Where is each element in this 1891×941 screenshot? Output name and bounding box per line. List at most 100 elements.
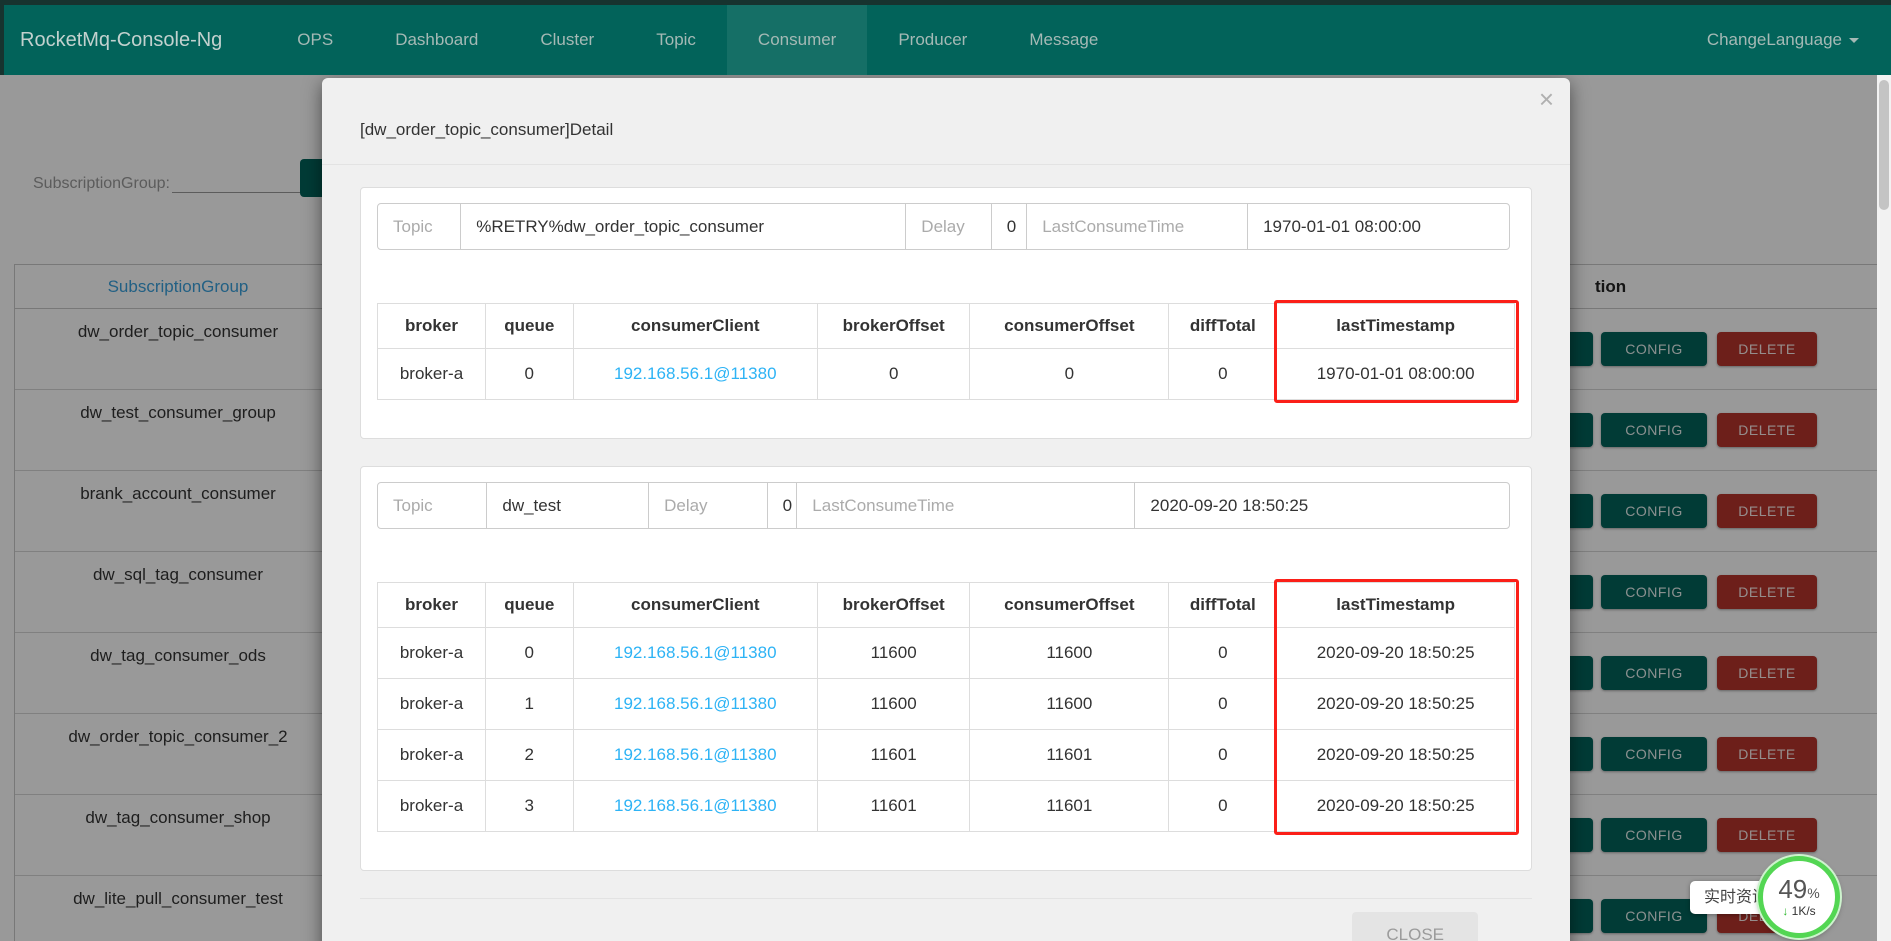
- table-cell: 2020-09-20 18:50:25: [1277, 781, 1515, 832]
- table-cell: 0: [486, 628, 574, 679]
- table-cell: 11600: [970, 679, 1169, 730]
- last-consume-time-label: LastConsumeTime: [1026, 203, 1248, 250]
- table-cell: 0: [486, 349, 574, 400]
- consumer-detail-modal: × [dw_order_topic_consumer]Detail Topic …: [322, 78, 1570, 941]
- column-header-lastTimestamp: lastTimestamp: [1277, 304, 1515, 349]
- column-header-broker: broker: [378, 583, 486, 628]
- download-arrow-icon: ↓: [1782, 904, 1788, 918]
- table-cell: 1: [486, 679, 574, 730]
- consumer-client-link[interactable]: 192.168.56.1@11380: [573, 781, 817, 832]
- table-cell: 0: [818, 349, 970, 400]
- column-header-broker: broker: [378, 304, 486, 349]
- table-cell: 11600: [818, 628, 970, 679]
- app-brand[interactable]: RocketMq-Console-Ng: [4, 29, 222, 52]
- column-header-brokerOffset: brokerOffset: [818, 583, 970, 628]
- table-cell: 2: [486, 730, 574, 781]
- table-cell: 0: [970, 349, 1169, 400]
- consumer-client-link[interactable]: 192.168.56.1@11380: [573, 730, 817, 781]
- navbar: RocketMq-Console-Ng OPSDashboardClusterT…: [0, 5, 1891, 75]
- column-header-consumerClient: consumerClient: [573, 583, 817, 628]
- topic-label: Topic: [377, 203, 461, 250]
- nav-item-dashboard[interactable]: Dashboard: [364, 5, 509, 75]
- table-cell: broker-a: [378, 679, 486, 730]
- nav-item-ops[interactable]: OPS: [266, 5, 364, 75]
- retry-topic-table-wrap: brokerqueueconsumerClientbrokerOffsetcon…: [377, 303, 1515, 400]
- table-row: broker-a1192.168.56.1@113801160011600020…: [378, 679, 1515, 730]
- topic-label: Topic: [377, 482, 487, 529]
- table-cell: 2020-09-20 18:50:25: [1277, 730, 1515, 781]
- table-cell: 0: [1169, 730, 1277, 781]
- column-header-brokerOffset: brokerOffset: [818, 304, 970, 349]
- speed-value: 1K/s: [1792, 904, 1816, 918]
- table-cell: 0: [1169, 349, 1277, 400]
- modal-footer: CLOSE: [360, 898, 1532, 941]
- download-percent: 49%: [1778, 876, 1819, 902]
- column-header-consumerOffset: consumerOffset: [970, 583, 1169, 628]
- delay-label: Delay: [648, 482, 767, 529]
- table-row: broker-a2192.168.56.1@113801160111601020…: [378, 730, 1515, 781]
- column-header-consumerClient: consumerClient: [573, 304, 817, 349]
- delay-label: Delay: [905, 203, 991, 250]
- table-cell: broker-a: [378, 781, 486, 832]
- consumer-client-link[interactable]: 192.168.56.1@11380: [573, 349, 817, 400]
- last-consume-time-value-field[interactable]: 1970-01-01 08:00:00: [1247, 203, 1510, 250]
- delay-value-field[interactable]: 0: [991, 203, 1027, 250]
- nav-item-cluster[interactable]: Cluster: [509, 5, 625, 75]
- table-cell: 11600: [970, 628, 1169, 679]
- consumer-client-link[interactable]: 192.168.56.1@11380: [573, 679, 817, 730]
- column-header-diffTotal: diffTotal: [1169, 583, 1277, 628]
- table-cell: 11601: [970, 730, 1169, 781]
- dw-test-topic-section: Topic dw_test Delay 0 LastConsumeTime 20…: [360, 466, 1532, 871]
- table-cell: 0: [1169, 628, 1277, 679]
- dw-test-topic-fields: Topic dw_test Delay 0 LastConsumeTime 20…: [377, 482, 1515, 529]
- nav-item-consumer[interactable]: Consumer: [727, 5, 867, 75]
- table-cell: 11600: [818, 679, 970, 730]
- retry-topic-section: Topic %RETRY%dw_order_topic_consumer Del…: [360, 187, 1532, 439]
- dw-test-offset-table: brokerqueueconsumerClientbrokerOffsetcon…: [377, 582, 1515, 832]
- scrollbar-thumb[interactable]: [1879, 80, 1889, 210]
- table-cell: 2020-09-20 18:50:25: [1277, 679, 1515, 730]
- table-row: broker-a0192.168.56.1@113801160011600020…: [378, 628, 1515, 679]
- download-progress-button[interactable]: 49% ↓ 1K/s: [1758, 856, 1840, 938]
- delay-value-field[interactable]: 0: [767, 482, 798, 529]
- column-header-consumerOffset: consumerOffset: [970, 304, 1169, 349]
- table-row: broker-a3192.168.56.1@113801160111601020…: [378, 781, 1515, 832]
- table-cell: 2020-09-20 18:50:25: [1277, 628, 1515, 679]
- table-cell: broker-a: [378, 349, 486, 400]
- table-cell: 0: [1169, 679, 1277, 730]
- table-cell: 11601: [818, 730, 970, 781]
- nav-item-message[interactable]: Message: [998, 5, 1129, 75]
- consumer-client-link[interactable]: 192.168.56.1@11380: [573, 628, 817, 679]
- last-consume-time-value-field[interactable]: 2020-09-20 18:50:25: [1134, 482, 1510, 529]
- percent-unit: %: [1807, 885, 1819, 901]
- retry-topic-fields: Topic %RETRY%dw_order_topic_consumer Del…: [377, 203, 1515, 250]
- close-button[interactable]: CLOSE: [1352, 912, 1478, 941]
- percent-value: 49: [1778, 874, 1807, 904]
- scrollbar[interactable]: [1877, 75, 1891, 941]
- change-language-dropdown[interactable]: ChangeLanguage: [1707, 5, 1859, 75]
- column-header-queue: queue: [486, 583, 574, 628]
- nav-item-topic[interactable]: Topic: [625, 5, 727, 75]
- table-cell: 11601: [818, 781, 970, 832]
- chevron-down-icon: [1849, 38, 1859, 43]
- topic-value-field[interactable]: %RETRY%dw_order_topic_consumer: [460, 203, 906, 250]
- topic-value-field[interactable]: dw_test: [486, 482, 649, 529]
- column-header-lastTimestamp: lastTimestamp: [1277, 583, 1515, 628]
- column-header-diffTotal: diffTotal: [1169, 304, 1277, 349]
- dw-test-table-wrap: brokerqueueconsumerClientbrokerOffsetcon…: [377, 582, 1515, 832]
- table-cell: broker-a: [378, 628, 486, 679]
- window-top-edge: [0, 0, 1891, 5]
- download-speed: ↓ 1K/s: [1782, 904, 1815, 918]
- last-consume-time-label: LastConsumeTime: [796, 482, 1135, 529]
- table-cell: broker-a: [378, 730, 486, 781]
- close-icon[interactable]: ×: [1535, 82, 1558, 116]
- column-header-queue: queue: [486, 304, 574, 349]
- nav-item-producer[interactable]: Producer: [867, 5, 998, 75]
- modal-title: [dw_order_topic_consumer]Detail: [322, 78, 1570, 140]
- table-cell: 0: [1169, 781, 1277, 832]
- retry-topic-offset-table: brokerqueueconsumerClientbrokerOffsetcon…: [377, 303, 1515, 400]
- modal-body: Topic %RETRY%dw_order_topic_consumer Del…: [322, 165, 1570, 941]
- nav-menu: OPSDashboardClusterTopicConsumerProducer…: [266, 5, 1129, 75]
- table-row: broker-a0192.168.56.1@113800001970-01-01…: [378, 349, 1515, 400]
- table-cell: 11601: [970, 781, 1169, 832]
